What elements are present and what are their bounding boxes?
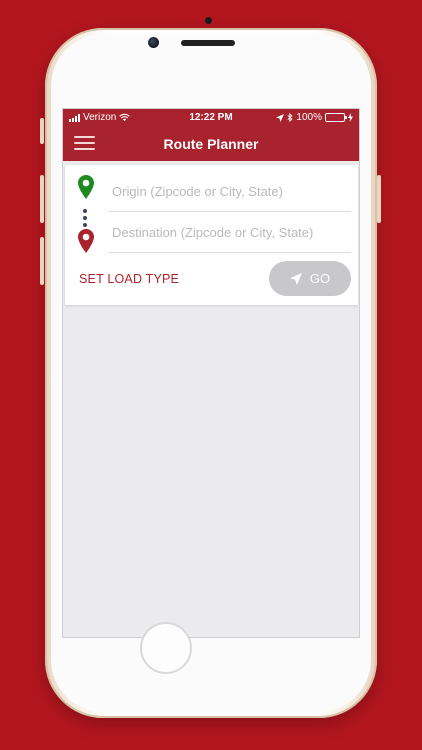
proximity-sensor — [205, 17, 212, 24]
charging-bolt-icon — [348, 113, 353, 122]
set-load-type-button[interactable]: SET LOAD TYPE — [79, 272, 179, 286]
bluetooth-icon — [287, 113, 293, 122]
carrier-label: Verizon — [83, 112, 117, 123]
volume-down-button — [40, 237, 44, 285]
navigation-bar: Route Planner — [63, 126, 359, 161]
earpiece-speaker — [181, 40, 235, 46]
status-left: Verizon — [69, 112, 131, 123]
go-button[interactable]: GO — [269, 261, 351, 296]
volume-up-button — [40, 175, 44, 223]
battery-icon — [325, 113, 347, 122]
navigation-arrow-icon — [289, 272, 302, 285]
destination-input[interactable]: Destination (Zipcode or City, State) — [109, 213, 351, 253]
status-right: 100% — [276, 112, 353, 123]
origin-input[interactable]: Origin (Zipcode or City, State) — [109, 172, 351, 212]
status-bar: Verizon 12:22 PM 100% — [63, 109, 359, 126]
go-label: GO — [309, 271, 331, 286]
route-form-card: Origin (Zipcode or City, State) Destinat… — [65, 165, 358, 305]
mute-switch — [40, 118, 44, 144]
app-screen: Verizon 12:22 PM 100% Route Planner Orig… — [62, 108, 360, 638]
app-header: Verizon 12:22 PM 100% Route Planner — [63, 109, 359, 161]
home-button[interactable] — [140, 622, 192, 674]
signal-icon — [69, 113, 80, 122]
route-connector-dots — [83, 209, 87, 227]
front-camera — [148, 37, 159, 48]
destination-pin-icon — [78, 229, 94, 253]
origin-pin-icon — [78, 175, 94, 199]
page-title: Route Planner — [163, 135, 259, 152]
hamburger-menu-icon[interactable] — [74, 136, 95, 150]
location-arrow-icon — [276, 113, 285, 122]
wifi-icon — [119, 113, 131, 122]
battery-percent: 100% — [296, 112, 322, 123]
power-button — [377, 175, 381, 223]
